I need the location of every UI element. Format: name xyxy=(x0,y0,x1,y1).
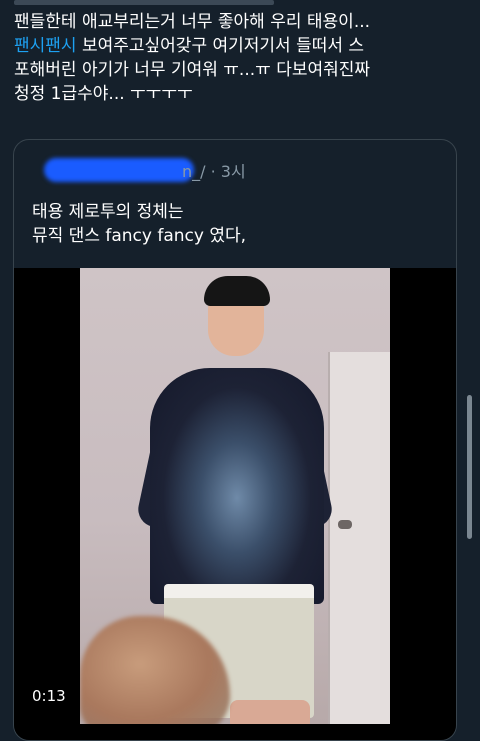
quoted-tweet-header: n_/ · 3시 xyxy=(32,156,452,182)
door-knob-image xyxy=(338,520,352,529)
tweet-line-4: 청정 1급수야... ㅜㅜㅜㅜ xyxy=(14,84,193,104)
quoted-tweet-card[interactable]: n_/ · 3시 태용 제로투의 정체는 뮤직 댄스 fancy fancy 였… xyxy=(13,139,457,741)
person-shirt xyxy=(150,368,324,604)
previous-content-edge xyxy=(0,0,480,8)
tweet-text: 팬들한테 애교부리는거 너무 좋아해 우리 태용이... 팬시팬시 보여주고싶어… xyxy=(14,10,466,106)
quoted-tweet-text: 태용 제로투의 정체는 뮤직 댄스 fancy fancy 였다, xyxy=(32,200,442,248)
person-legs xyxy=(230,700,310,724)
person-cap xyxy=(204,276,270,306)
video-duration-badge: 0:13 xyxy=(24,684,74,708)
tweet-line-2: 보여주고싶어갖구 여기저기서 들떠서 스 xyxy=(76,36,365,56)
tweet-line-1: 팬들한테 애교부리는거 너무 좋아해 우리 태용이... xyxy=(14,12,371,32)
tweet-line-3: 포해버린 아기가 너무 기여워 ㅠ...ㅠ 다보여줘진짜 xyxy=(14,60,371,80)
quoted-text-line-1: 태용 제로투의 정체는 xyxy=(32,202,184,222)
quoted-text-line-2: 뮤직 댄스 fancy fancy 였다, xyxy=(32,226,247,246)
video-frame[interactable] xyxy=(80,268,390,724)
door-image xyxy=(328,352,390,724)
handle-and-time: n_/ · 3시 xyxy=(182,162,246,181)
video-player[interactable]: 0:13 xyxy=(14,268,456,740)
redacted-username xyxy=(44,158,194,182)
scrollbar[interactable] xyxy=(467,395,472,539)
hashtag-link[interactable]: 팬시팬시 xyxy=(14,36,77,56)
